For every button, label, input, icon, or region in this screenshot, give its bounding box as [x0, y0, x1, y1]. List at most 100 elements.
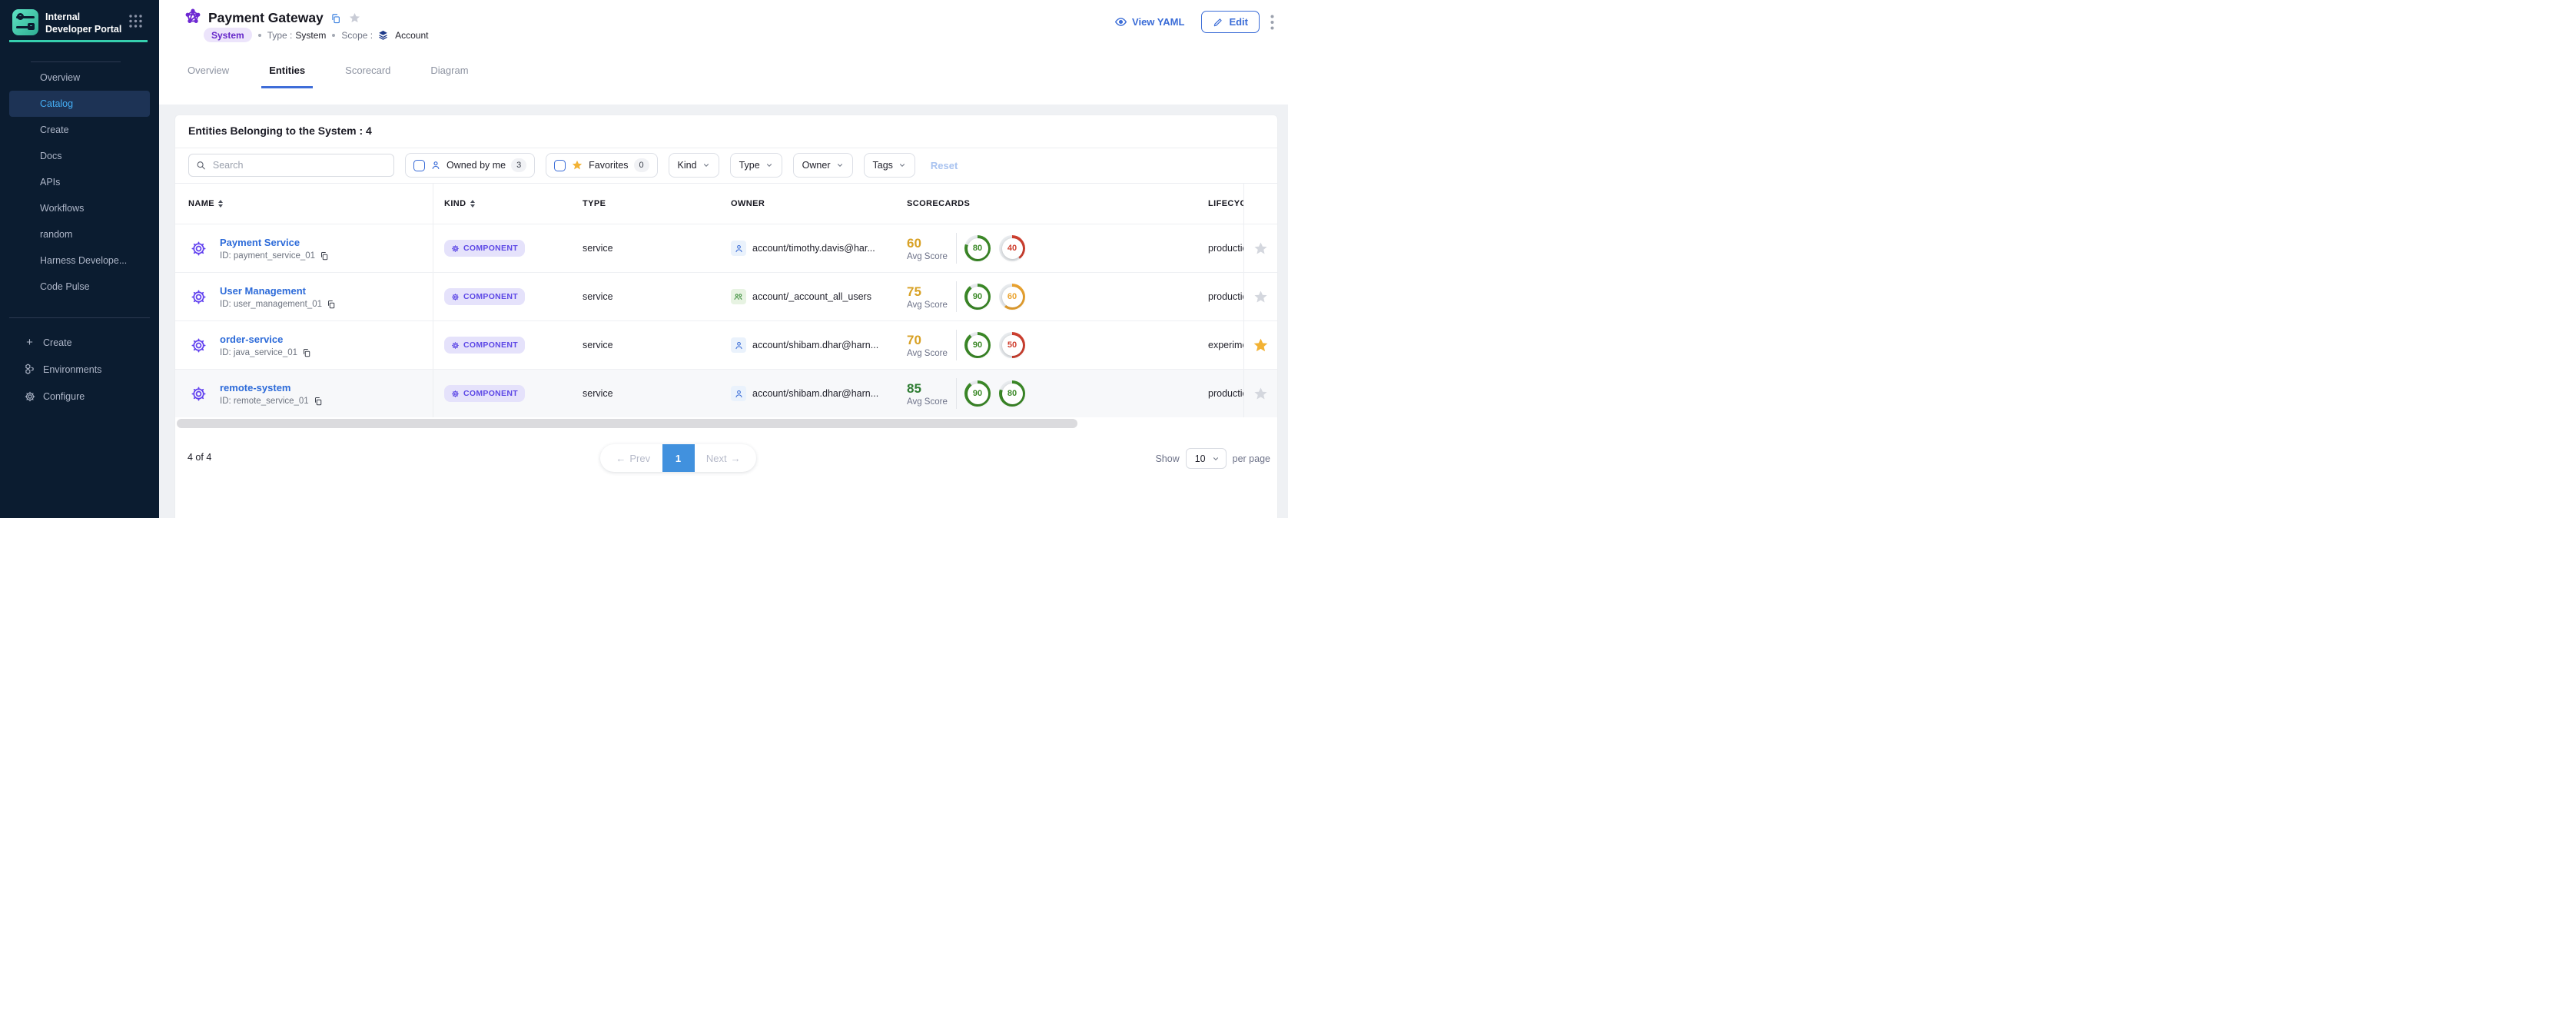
scorecards-cell: 70 Avg Score 90 50: [895, 321, 1194, 369]
column-header-type: TYPE: [569, 183, 718, 224]
arrow-right-icon: →: [731, 453, 741, 464]
entity-name-link[interactable]: User Management: [220, 285, 336, 297]
favorite-cell: [1243, 370, 1277, 417]
type-label: Type :: [267, 30, 293, 41]
gear-icon: [451, 293, 460, 301]
component-gear-icon: [190, 288, 207, 306]
favorite-entity-star-icon[interactable]: [348, 12, 361, 25]
sidebar-item-catalog[interactable]: Catalog: [9, 91, 150, 117]
entity-name-link[interactable]: remote-system: [220, 382, 323, 393]
sidebar-item-code-pulse[interactable]: Code Pulse: [0, 274, 159, 300]
view-yaml-button[interactable]: View YAML: [1114, 15, 1184, 28]
tags-dropdown[interactable]: Tags: [864, 153, 915, 178]
type-dropdown[interactable]: Type: [730, 153, 782, 178]
scope-layers-icon: [377, 29, 389, 41]
user-icon: [430, 160, 441, 171]
table-row[interactable]: remote-system ID: remote_service_01: [175, 369, 1277, 417]
copy-id-icon[interactable]: [327, 300, 336, 309]
sidebar-item-docs[interactable]: Docs: [0, 143, 159, 169]
score-gauge: 50: [999, 332, 1025, 358]
entity-name-link[interactable]: Payment Service: [220, 237, 329, 248]
favorites-checkbox[interactable]: [554, 160, 566, 171]
tab-overview[interactable]: Overview: [184, 60, 232, 88]
kind-dropdown-label: Kind: [678, 160, 697, 171]
column-header-name[interactable]: NAME: [175, 183, 433, 224]
arrow-left-icon: ←: [616, 453, 626, 464]
show-label: Show: [1155, 453, 1179, 464]
star-icon: [571, 159, 583, 171]
lifecycle-cell: production: [1194, 273, 1243, 320]
sidebar-nav: Overview Catalog Create Docs APIs Workfl…: [0, 65, 159, 300]
copy-id-icon[interactable]: [302, 348, 311, 357]
edit-button[interactable]: Edit: [1201, 11, 1260, 33]
copy-id-icon[interactable]: [320, 251, 329, 261]
type-cell: service: [569, 321, 718, 369]
column-header-kind[interactable]: KIND: [433, 183, 569, 224]
column-label: KIND: [444, 199, 466, 208]
table-row[interactable]: User Management ID: user_management_01: [175, 272, 1277, 320]
more-options-kebab-icon[interactable]: [1270, 15, 1274, 30]
filter-bar: Owned by me 3 Favorites 0 Kind: [175, 148, 1277, 183]
next-label: Next: [706, 453, 727, 464]
sidebar-item-apis[interactable]: APIs: [0, 169, 159, 195]
score-gauge: 90: [964, 284, 991, 310]
gear-icon: [451, 341, 460, 350]
view-yaml-label: View YAML: [1132, 16, 1184, 28]
copy-entity-icon[interactable]: [330, 13, 341, 24]
reset-filters-button[interactable]: Reset: [931, 160, 958, 171]
sidebar-item-harness-developer[interactable]: Harness Develope...: [0, 247, 159, 274]
favorite-star-icon[interactable]: [1253, 241, 1269, 257]
module-grid-icon[interactable]: [128, 14, 143, 32]
owned-by-me-checkbox[interactable]: [413, 160, 425, 171]
entity-name-link[interactable]: order-service: [220, 334, 311, 345]
tab-diagram[interactable]: Diagram: [427, 60, 471, 88]
avg-score-value: 75: [907, 284, 954, 299]
favorite-star-icon[interactable]: [1253, 289, 1269, 305]
sidebar-item-create[interactable]: Create: [0, 117, 159, 143]
column-header-favorite: [1243, 183, 1277, 224]
divider: [956, 281, 957, 312]
kind-dropdown[interactable]: Kind: [669, 153, 719, 178]
configure-icon: [22, 390, 37, 403]
sidebar-item-random[interactable]: random: [0, 221, 159, 247]
prev-page-button[interactable]: ← Prev: [600, 444, 662, 472]
copy-id-icon[interactable]: [314, 397, 323, 406]
sidebar-item-overview[interactable]: Overview: [0, 65, 159, 91]
next-page-button[interactable]: Next →: [695, 444, 757, 472]
tab-entities[interactable]: Entities: [266, 60, 308, 88]
name-cell: User Management ID: user_management_01: [175, 273, 433, 320]
search-input[interactable]: [211, 159, 387, 171]
page-size-select[interactable]: 10: [1186, 448, 1227, 469]
type-value: System: [295, 30, 326, 41]
chevron-down-icon: [836, 161, 844, 169]
scorecards-cell: 60 Avg Score 80 40: [895, 224, 1194, 272]
sidebar: Internal Developer Portal Overview Catal…: [0, 0, 159, 518]
owner-dropdown[interactable]: Owner: [793, 153, 853, 178]
page-number-button[interactable]: 1: [662, 444, 695, 472]
sidebar-item-configure[interactable]: Configure: [0, 383, 159, 410]
horizontal-scrollbar[interactable]: [177, 419, 1077, 428]
table-row[interactable]: Payment Service ID: payment_service_01: [175, 224, 1277, 272]
favorite-star-icon[interactable]: [1253, 386, 1269, 402]
kind-badge: COMPONENT: [444, 240, 525, 257]
owner-name: account/timothy.davis@har...: [752, 243, 875, 254]
owned-by-me-filter[interactable]: Owned by me 3: [405, 153, 535, 178]
sidebar-item-environments[interactable]: Environments: [0, 356, 159, 383]
owner-name: account/shibam.dhar@harn...: [752, 340, 878, 350]
harness-logo[interactable]: [12, 9, 38, 35]
sidebar-item-workflows[interactable]: Workflows: [0, 195, 159, 221]
kind-badge: COMPONENT: [444, 385, 525, 402]
prev-label: Prev: [629, 453, 650, 464]
sidebar-accent-divider: [9, 40, 148, 42]
favorites-filter[interactable]: Favorites 0: [546, 153, 657, 178]
per-page-label: per page: [1233, 453, 1270, 464]
sidebar-item-create-new[interactable]: + Create: [0, 329, 159, 356]
table-row[interactable]: order-service ID: java_service_01: [175, 320, 1277, 369]
sort-icon: [470, 200, 475, 208]
tags-dropdown-label: Tags: [873, 160, 893, 171]
search-box: [188, 154, 394, 177]
page-title: Payment Gateway: [208, 10, 324, 26]
kind-badge: System: [204, 28, 252, 42]
favorite-star-icon[interactable]: [1252, 337, 1270, 354]
tab-scorecard[interactable]: Scorecard: [342, 60, 393, 88]
